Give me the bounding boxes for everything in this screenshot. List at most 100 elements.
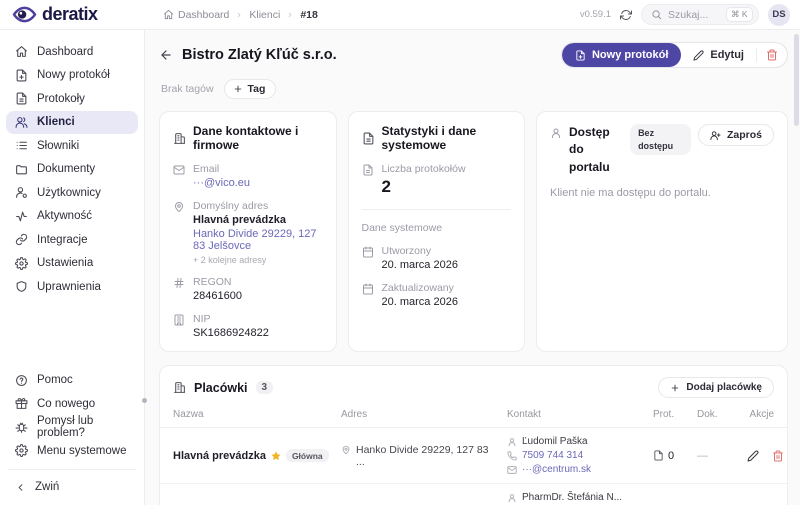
updated-value: 20. marca 2026 (381, 296, 458, 308)
sidebar-item-label: Klienci (37, 116, 75, 129)
hash-icon (174, 278, 184, 288)
breadcrumb-klienci[interactable]: Klienci (249, 9, 280, 21)
page-title: Bistro Zlatý Kľúč s.r.o. (182, 47, 337, 63)
activity-icon (16, 211, 27, 222)
pencil-icon (693, 49, 704, 61)
table-header: Nazwa Adres Kontakt Prot. Dok. Akcje (160, 407, 787, 428)
new-protocol-button[interactable]: Nowy protokół (561, 43, 682, 67)
search-box[interactable]: ⌘ K (641, 4, 759, 25)
sidebar-item-label: Pomysł lub problem? (37, 415, 94, 440)
user-avatar[interactable]: DS (768, 3, 790, 26)
table-row[interactable]: Hlavná prevádzka Główna Hanko Divide 292… (160, 428, 787, 484)
map-pin-icon (175, 202, 183, 212)
main-facility-badge: Główna (285, 449, 329, 462)
email-value[interactable]: ···@vico.eu (193, 177, 250, 189)
created-label: Utworzony (381, 245, 432, 257)
building-icon (174, 382, 185, 393)
sidebar-item-dashboard[interactable]: Dashboard (6, 40, 138, 64)
sidebar-divider (8, 468, 136, 470)
shield-icon (16, 281, 27, 293)
protocols-count: 0 (668, 449, 675, 462)
file-plus-icon (576, 49, 585, 61)
add-facility-label: Dodaj placówkę (686, 382, 762, 393)
email-label: Email (193, 163, 220, 175)
edit-facility-button[interactable] (747, 449, 759, 462)
contact-phone[interactable]: 7509 744 314 (522, 450, 583, 461)
table-row[interactable]: Sklad potravín Boris Street 879, 081 25 … (160, 484, 787, 505)
address-label: Domyślny adres (193, 200, 269, 212)
home-icon (163, 9, 174, 20)
sidebar-collapse-button[interactable]: Zwiń (6, 476, 138, 500)
sidebar-item-pomysl-problem[interactable]: Pomysł lub problem? (6, 415, 138, 440)
invite-button[interactable]: Zaproś (698, 124, 775, 146)
add-tag-button[interactable]: Tag (223, 79, 277, 99)
sidebar-item-nowy-protokol[interactable]: Nowy protokół (6, 64, 138, 88)
sidebar-item-ustawienia[interactable]: Ustawienia (6, 252, 138, 276)
sidebar-item-uprawnienia[interactable]: Uprawnienia (6, 275, 138, 299)
address-name: Hlavná prevádzka (193, 214, 286, 226)
logo-text: deratix (42, 4, 98, 24)
page-scrollbar[interactable] (794, 34, 799, 126)
sidebar-item-label: Ustawienia (37, 257, 94, 270)
sidebar-item-uzytkownicy[interactable]: Użytkownicy (6, 181, 138, 205)
sidebar-item-label: Zwiń (35, 481, 60, 494)
sidebar-item-protokoly[interactable]: Protokoły (6, 87, 138, 111)
col-contact: Kontakt (507, 409, 541, 420)
delete-client-button[interactable] (757, 43, 787, 67)
mail-icon (507, 465, 517, 474)
more-addresses[interactable]: + 2 kolejne adresy (193, 255, 323, 265)
search-icon (652, 10, 662, 20)
address-value[interactable]: Hanko Divide 29229, 127 83 Jelšovce (193, 228, 323, 252)
breadcrumb: Dashboard Klienci #18 (163, 9, 318, 21)
add-facility-button[interactable]: Dodaj placówkę (658, 377, 774, 398)
edit-button[interactable]: Edytuj (681, 43, 756, 67)
sidebar-resize-handle[interactable] (142, 398, 147, 403)
portal-card: Dostęp do portalu Bez dostępu Zaproś Kli… (536, 111, 789, 352)
topbar: deratix Dashboard Klienci #18 v0.59.1 ⌘ … (0, 0, 800, 30)
sidebar-item-menu-systemowe[interactable]: Menu systemowe (6, 439, 138, 463)
protocols-label: Liczba protokołów (381, 163, 466, 175)
sidebar-item-integracje[interactable]: Integracje (6, 228, 138, 252)
file-text-icon (654, 450, 663, 461)
user-icon (552, 128, 560, 138)
sidebar-item-label: Integracje (37, 233, 88, 246)
version-label: v0.59.1 (579, 9, 611, 20)
sidebar-item-pomoc[interactable]: Pomoc (6, 369, 138, 393)
building-icon (174, 314, 184, 326)
sidebar-item-label: Dokumenty (37, 163, 96, 176)
contact-email[interactable]: ···@centrum.sk (522, 464, 591, 475)
calendar-icon (362, 283, 373, 295)
back-button[interactable] (159, 48, 173, 62)
help-icon (16, 374, 27, 386)
delete-facility-button[interactable] (772, 450, 784, 462)
home-icon (16, 46, 27, 58)
sidebar-item-klienci[interactable]: Klienci (6, 110, 138, 134)
contact-name: PharmDr. Štefánia N... (522, 492, 623, 503)
user-icon (508, 493, 516, 502)
col-prot: Prot. (653, 409, 675, 420)
breadcrumb-dashboard[interactable]: Dashboard (163, 9, 229, 21)
link-icon (15, 234, 28, 246)
sidebar-item-slowniki[interactable]: Słowniki (6, 134, 138, 158)
sidebar-item-aktywnosc[interactable]: Aktywność (6, 205, 138, 229)
contact-card-title: Dane kontaktowe i firmowe (193, 124, 299, 152)
user-gear-icon (16, 187, 27, 199)
sidebar-item-co-nowego[interactable]: Co nowego (6, 392, 138, 416)
refresh-icon[interactable] (620, 9, 632, 21)
file-plus-icon (16, 69, 27, 82)
pencil-icon (747, 449, 759, 461)
main-content: Bistro Zlatý Kľúč s.r.o. Nowy protokół E… (145, 30, 800, 505)
nip-label: NIP (193, 313, 211, 325)
search-input[interactable] (668, 8, 720, 21)
sidebar-item-dokumenty[interactable]: Dokumenty (6, 158, 138, 182)
facilities-card: Placówki 3 Dodaj placówkę Nazwa Adres Ko… (159, 365, 788, 505)
updated-label: Zaktualizowany (381, 282, 454, 294)
stats-card-title: Statystyki i dane systemowe (381, 124, 477, 152)
chevron-right-icon (238, 12, 241, 17)
user-icon (508, 437, 516, 446)
plus-icon (234, 85, 241, 93)
app-logo[interactable]: deratix (12, 4, 145, 25)
phone-icon (507, 450, 517, 461)
edit-label: Edytuj (710, 49, 744, 61)
documents-count: — (697, 449, 708, 462)
